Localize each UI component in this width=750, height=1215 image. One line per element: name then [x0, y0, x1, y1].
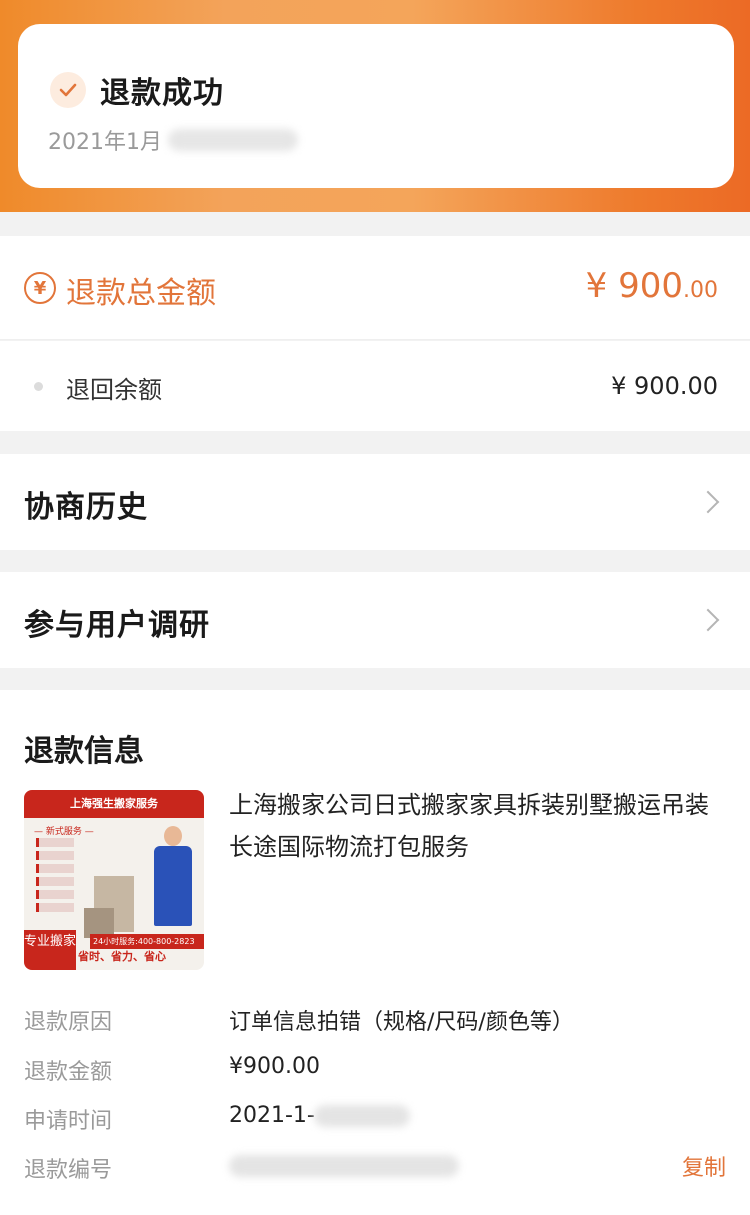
check-icon [50, 72, 86, 108]
apply-time-label: 申请时间 [24, 1109, 113, 1134]
refund-reason-label: 退款原因 [24, 1010, 113, 1035]
currency-symbol: ¥ [585, 266, 608, 306]
refund-total-label: 退款总金额 [66, 276, 216, 311]
thumbnail-slogan: 省时、省力、省心 [78, 950, 166, 963]
status-time-row: 2021年1月 [48, 124, 298, 156]
status-title: 退款成功 [100, 76, 224, 111]
refund-reason-value: 订单信息拍错（规格/尺码/颜色等） [229, 1010, 574, 1035]
bullet-dot [34, 382, 43, 391]
amount-integer: 900 [618, 266, 683, 306]
thumbnail-badge: 专业搬家 [24, 930, 76, 970]
thumbnail-service-list [36, 838, 74, 916]
negotiation-history-label: 协商历史 [24, 490, 148, 525]
user-survey-label: 参与用户调研 [24, 608, 210, 643]
product-title[interactable]: 上海搬家公司日式搬家家具拆装别墅搬运吊装长途国际物流打包服务 [229, 784, 709, 868]
worker-illustration [164, 826, 182, 846]
refund-balance-amount: ¥ 900.00 [611, 372, 718, 400]
refund-amount-value: ¥900.00 [229, 1054, 320, 1079]
thumbnail-banner: 上海强生搬家服务 [24, 790, 204, 818]
status-time: 2021年1月 [48, 130, 162, 155]
refund-info-title: 退款信息 [24, 734, 144, 769]
yen-circle-icon: ¥ [24, 272, 56, 304]
product-thumbnail[interactable]: 上海强生搬家服务 — 新式服务 — 24小时服务:400-800-2823 专业… [24, 790, 204, 970]
refund-number-label: 退款编号 [24, 1158, 113, 1183]
redacted-time [168, 129, 298, 151]
refund-amount-label: 退款金额 [24, 1060, 113, 1085]
redacted-refund-number [229, 1155, 459, 1177]
amount-decimal: .00 [683, 278, 718, 303]
status-card: 退款成功 2021年1月 [18, 24, 734, 188]
refund-balance-label: 退回余额 [66, 376, 162, 404]
thumbnail-hotline: 24小时服务:400-800-2823 [90, 934, 204, 949]
refund-total-amount: ¥ 900.00 [586, 266, 718, 306]
copy-button[interactable]: 复制 [682, 1150, 726, 1182]
worker-illustration [154, 846, 192, 926]
apply-time-value: 2021-1- [229, 1103, 315, 1128]
redacted-time [314, 1105, 410, 1127]
thumbnail-services-header: — 新式服务 — [34, 827, 94, 837]
